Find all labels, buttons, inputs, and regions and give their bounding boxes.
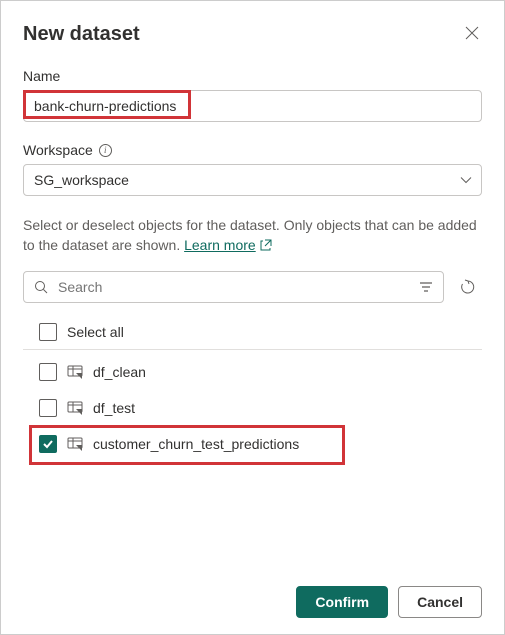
workspace-label-text: Workspace bbox=[23, 142, 93, 158]
learn-more-text: Learn more bbox=[184, 236, 256, 256]
dialog-header: New dataset bbox=[23, 23, 482, 46]
select-all-label: Select all bbox=[67, 324, 124, 340]
description-text: Select or deselect objects for the datas… bbox=[23, 216, 482, 255]
object-checkbox[interactable] bbox=[39, 399, 57, 417]
workspace-selected-value: SG_workspace bbox=[34, 172, 129, 188]
select-all-checkbox[interactable] bbox=[39, 323, 57, 341]
search-box bbox=[23, 271, 444, 303]
object-name: customer_churn_test_predictions bbox=[93, 436, 299, 452]
workspace-label: Workspace i bbox=[23, 142, 482, 158]
search-input[interactable] bbox=[24, 273, 443, 301]
filter-icon[interactable] bbox=[419, 280, 433, 294]
table-icon bbox=[67, 400, 83, 416]
workspace-field-group: Workspace i SG_workspace bbox=[23, 142, 482, 196]
table-icon bbox=[67, 364, 83, 380]
checkmark-icon bbox=[42, 438, 54, 450]
info-icon[interactable]: i bbox=[99, 144, 112, 157]
object-row: df_test bbox=[23, 390, 482, 426]
object-name: df_test bbox=[93, 400, 135, 416]
select-all-row: Select all bbox=[23, 315, 482, 350]
search-icon bbox=[34, 280, 48, 294]
object-checkbox[interactable] bbox=[39, 435, 57, 453]
refresh-button[interactable] bbox=[454, 273, 482, 301]
cancel-button[interactable]: Cancel bbox=[398, 586, 482, 618]
close-icon bbox=[465, 26, 479, 40]
external-link-icon bbox=[260, 239, 272, 251]
search-row bbox=[23, 271, 482, 303]
refresh-icon bbox=[460, 279, 476, 295]
object-checkbox[interactable] bbox=[39, 363, 57, 381]
name-field-group: Name bbox=[23, 68, 482, 122]
table-icon bbox=[67, 436, 83, 452]
new-dataset-dialog: New dataset Name Workspace i SG_workspac… bbox=[1, 1, 504, 634]
dialog-title: New dataset bbox=[23, 23, 140, 46]
confirm-button[interactable]: Confirm bbox=[296, 586, 388, 618]
learn-more-link[interactable]: Learn more bbox=[184, 236, 272, 256]
close-button[interactable] bbox=[462, 23, 482, 43]
name-input[interactable] bbox=[23, 90, 482, 122]
object-list: df_clean df_test customer_churn_test_predi… bbox=[23, 354, 482, 462]
object-row: df_clean bbox=[23, 354, 482, 390]
dialog-footer: Confirm Cancel bbox=[296, 586, 482, 618]
object-name: df_clean bbox=[93, 364, 146, 380]
name-label: Name bbox=[23, 68, 482, 84]
workspace-select[interactable]: SG_workspace bbox=[23, 164, 482, 196]
object-row: customer_churn_test_predictions bbox=[23, 426, 482, 462]
